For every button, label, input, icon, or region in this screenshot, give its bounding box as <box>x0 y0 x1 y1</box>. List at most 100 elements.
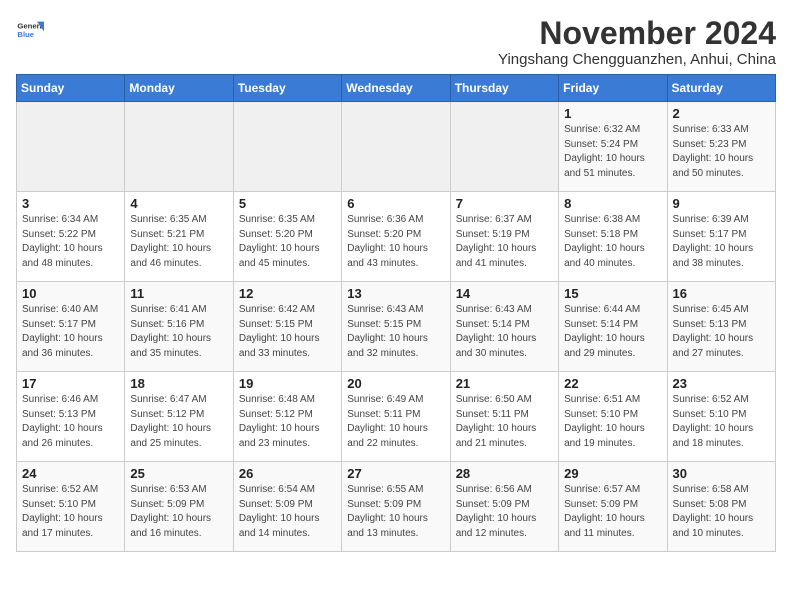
day-info: Sunrise: 6:56 AM Sunset: 5:09 PM Dayligh… <box>456 483 553 541</box>
calendar-cell <box>342 102 450 192</box>
calendar-cell: 20 Sunrise: 6:49 AM Sunset: 5:11 PM Dayli… <box>342 372 450 462</box>
day-info: Sunrise: 6:35 AM Sunset: 5:21 PM Dayligh… <box>130 213 227 271</box>
day-number: 21 <box>456 376 553 391</box>
day-number: 24 <box>22 466 119 481</box>
day-info: Sunrise: 6:32 AM Sunset: 5:24 PM Dayligh… <box>564 123 661 181</box>
main-title: November 2024 <box>498 16 776 51</box>
logo-icon: General Blue <box>16 16 44 44</box>
calendar-cell: 2Sunrise: 6:33 AM Sunset: 5:23 PM Daylig… <box>667 102 775 192</box>
day-info: Sunrise: 6:48 AM Sunset: 5:12 PM Dayligh… <box>239 393 336 451</box>
logo: General Blue <box>16 16 44 44</box>
calendar-week-row: 10 Sunrise: 6:40 AM Sunset: 5:17 PM Dayli… <box>17 282 776 372</box>
day-number: 14 <box>456 286 553 301</box>
day-info: Sunrise: 6:44 AM Sunset: 5:14 PM Dayligh… <box>564 303 661 361</box>
calendar-cell: 14 Sunrise: 6:43 AM Sunset: 5:14 PM Dayli… <box>450 282 558 372</box>
day-number: 1 <box>564 106 661 121</box>
weekday-header: Saturday <box>667 75 775 102</box>
calendar-cell: 26 Sunrise: 6:54 AM Sunset: 5:09 PM Dayli… <box>233 462 341 552</box>
calendar-cell: 27 Sunrise: 6:55 AM Sunset: 5:09 PM Dayli… <box>342 462 450 552</box>
day-number: 16 <box>673 286 770 301</box>
day-number: 27 <box>347 466 444 481</box>
day-info: Sunrise: 6:35 AM Sunset: 5:20 PM Dayligh… <box>239 213 336 271</box>
calendar-cell: 1 Sunrise: 6:32 AM Sunset: 5:24 PM Daylig… <box>559 102 667 192</box>
day-info: Sunrise: 6:51 AM Sunset: 5:10 PM Dayligh… <box>564 393 661 451</box>
day-info: Sunrise: 6:42 AM Sunset: 5:15 PM Dayligh… <box>239 303 336 361</box>
calendar-cell: 24Sunrise: 6:52 AM Sunset: 5:10 PM Dayli… <box>17 462 125 552</box>
day-info: Sunrise: 6:47 AM Sunset: 5:12 PM Dayligh… <box>130 393 227 451</box>
day-number: 25 <box>130 466 227 481</box>
calendar-week-row: 3Sunrise: 6:34 AM Sunset: 5:22 PM Daylig… <box>17 192 776 282</box>
calendar-cell <box>17 102 125 192</box>
calendar-cell: 10 Sunrise: 6:40 AM Sunset: 5:17 PM Dayli… <box>17 282 125 372</box>
day-number: 12 <box>239 286 336 301</box>
day-number: 17 <box>22 376 119 391</box>
day-info: Sunrise: 6:54 AM Sunset: 5:09 PM Dayligh… <box>239 483 336 541</box>
calendar-week-row: 17 Sunrise: 6:46 AM Sunset: 5:13 PM Dayli… <box>17 372 776 462</box>
calendar-table: SundayMondayTuesdayWednesdayThursdayFrid… <box>16 74 776 552</box>
day-number: 23 <box>673 376 770 391</box>
day-number: 29 <box>564 466 661 481</box>
calendar-cell <box>450 102 558 192</box>
day-number: 15 <box>564 286 661 301</box>
calendar-cell: 30 Sunrise: 6:58 AM Sunset: 5:08 PM Dayli… <box>667 462 775 552</box>
calendar-cell: 29 Sunrise: 6:57 AM Sunset: 5:09 PM Dayli… <box>559 462 667 552</box>
day-info: Sunrise: 6:57 AM Sunset: 5:09 PM Dayligh… <box>564 483 661 541</box>
calendar-cell: 6Sunrise: 6:36 AM Sunset: 5:20 PM Daylig… <box>342 192 450 282</box>
day-number: 11 <box>130 286 227 301</box>
day-number: 9 <box>673 196 770 211</box>
calendar-cell <box>233 102 341 192</box>
day-number: 30 <box>673 466 770 481</box>
day-number: 19 <box>239 376 336 391</box>
subtitle: Yingshang Chengguanzhen, Anhui, China <box>498 51 776 68</box>
calendar-cell: 5 Sunrise: 6:35 AM Sunset: 5:20 PM Daylig… <box>233 192 341 282</box>
day-number: 4 <box>130 196 227 211</box>
calendar-cell: 12 Sunrise: 6:42 AM Sunset: 5:15 PM Dayli… <box>233 282 341 372</box>
day-number: 18 <box>130 376 227 391</box>
day-number: 10 <box>22 286 119 301</box>
calendar-cell: 17 Sunrise: 6:46 AM Sunset: 5:13 PM Dayli… <box>17 372 125 462</box>
calendar-week-row: 24Sunrise: 6:52 AM Sunset: 5:10 PM Dayli… <box>17 462 776 552</box>
calendar-cell: 22 Sunrise: 6:51 AM Sunset: 5:10 PM Dayli… <box>559 372 667 462</box>
day-number: 8 <box>564 196 661 211</box>
day-info: Sunrise: 6:58 AM Sunset: 5:08 PM Dayligh… <box>673 483 770 541</box>
day-number: 5 <box>239 196 336 211</box>
weekday-header: Monday <box>125 75 233 102</box>
day-info: Sunrise: 6:49 AM Sunset: 5:11 PM Dayligh… <box>347 393 444 451</box>
day-info: Sunrise: 6:45 AM Sunset: 5:13 PM Dayligh… <box>673 303 770 361</box>
calendar-cell: 4 Sunrise: 6:35 AM Sunset: 5:21 PM Daylig… <box>125 192 233 282</box>
day-info: Sunrise: 6:43 AM Sunset: 5:15 PM Dayligh… <box>347 303 444 361</box>
day-number: 20 <box>347 376 444 391</box>
calendar-cell: 16 Sunrise: 6:45 AM Sunset: 5:13 PM Dayli… <box>667 282 775 372</box>
calendar-cell: 3Sunrise: 6:34 AM Sunset: 5:22 PM Daylig… <box>17 192 125 282</box>
day-info: Sunrise: 6:50 AM Sunset: 5:11 PM Dayligh… <box>456 393 553 451</box>
day-info: Sunrise: 6:36 AM Sunset: 5:20 PM Dayligh… <box>347 213 444 271</box>
weekday-header: Thursday <box>450 75 558 102</box>
calendar-cell: 19 Sunrise: 6:48 AM Sunset: 5:12 PM Dayli… <box>233 372 341 462</box>
page-header: General Blue November 2024 Yingshang Che… <box>16 16 776 68</box>
day-number: 28 <box>456 466 553 481</box>
calendar-week-row: 1 Sunrise: 6:32 AM Sunset: 5:24 PM Daylig… <box>17 102 776 192</box>
calendar-cell <box>125 102 233 192</box>
calendar-cell: 21 Sunrise: 6:50 AM Sunset: 5:11 PM Dayli… <box>450 372 558 462</box>
day-number: 13 <box>347 286 444 301</box>
title-block: November 2024 Yingshang Chengguanzhen, A… <box>498 16 776 68</box>
day-number: 22 <box>564 376 661 391</box>
calendar-cell: 9Sunrise: 6:39 AM Sunset: 5:17 PM Daylig… <box>667 192 775 282</box>
calendar-cell: 18 Sunrise: 6:47 AM Sunset: 5:12 PM Dayli… <box>125 372 233 462</box>
day-info: Sunrise: 6:52 AM Sunset: 5:10 PM Dayligh… <box>673 393 770 451</box>
weekday-header: Sunday <box>17 75 125 102</box>
calendar-cell: 25 Sunrise: 6:53 AM Sunset: 5:09 PM Dayli… <box>125 462 233 552</box>
day-info: Sunrise: 6:40 AM Sunset: 5:17 PM Dayligh… <box>22 303 119 361</box>
weekday-header: Friday <box>559 75 667 102</box>
calendar-cell: 13 Sunrise: 6:43 AM Sunset: 5:15 PM Dayli… <box>342 282 450 372</box>
day-info: Sunrise: 6:53 AM Sunset: 5:09 PM Dayligh… <box>130 483 227 541</box>
day-info: Sunrise: 6:41 AM Sunset: 5:16 PM Dayligh… <box>130 303 227 361</box>
calendar-cell: 23 Sunrise: 6:52 AM Sunset: 5:10 PM Dayli… <box>667 372 775 462</box>
day-info: Sunrise: 6:55 AM Sunset: 5:09 PM Dayligh… <box>347 483 444 541</box>
day-info: Sunrise: 6:43 AM Sunset: 5:14 PM Dayligh… <box>456 303 553 361</box>
calendar-cell: 7Sunrise: 6:37 AM Sunset: 5:19 PM Daylig… <box>450 192 558 282</box>
weekday-header: Tuesday <box>233 75 341 102</box>
day-info: Sunrise: 6:46 AM Sunset: 5:13 PM Dayligh… <box>22 393 119 451</box>
day-number: 26 <box>239 466 336 481</box>
calendar-cell: 11 Sunrise: 6:41 AM Sunset: 5:16 PM Dayli… <box>125 282 233 372</box>
